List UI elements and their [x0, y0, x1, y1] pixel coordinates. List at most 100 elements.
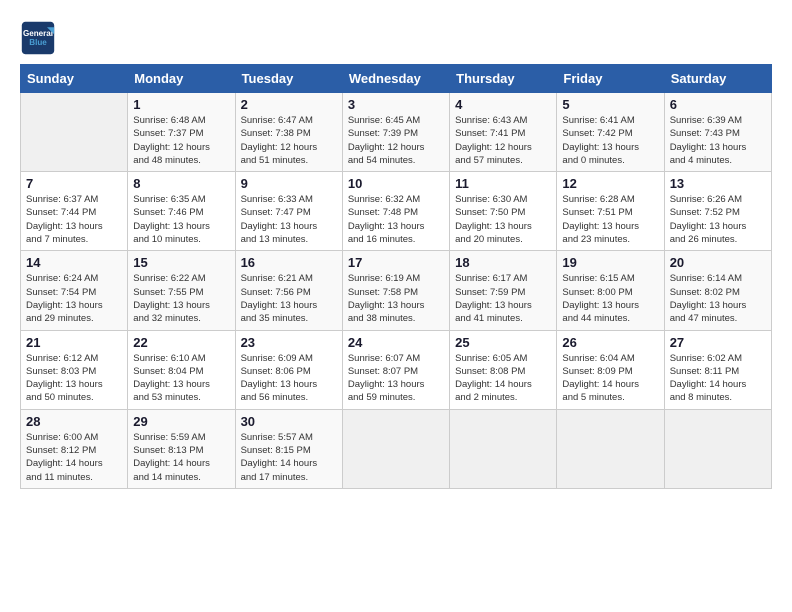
weekday-header-saturday: Saturday [664, 65, 771, 93]
weekday-header-thursday: Thursday [450, 65, 557, 93]
day-info: Sunrise: 6:48 AM Sunset: 7:37 PM Dayligh… [133, 114, 229, 167]
day-info: Sunrise: 6:10 AM Sunset: 8:04 PM Dayligh… [133, 352, 229, 405]
day-number: 4 [455, 97, 551, 112]
day-number: 13 [670, 176, 766, 191]
calendar-cell [450, 409, 557, 488]
calendar-cell: 29 Sunrise: 5:59 AM Sunset: 8:13 PM Dayli… [128, 409, 235, 488]
calendar-cell: 30Sunrise: 5:57 AM Sunset: 8:15 PM Dayli… [235, 409, 342, 488]
day-number: 5 [562, 97, 658, 112]
day-info: Sunrise: 6:47 AM Sunset: 7:38 PM Dayligh… [241, 114, 337, 167]
calendar-cell [342, 409, 449, 488]
day-info: Sunrise: 6:30 AM Sunset: 7:50 PM Dayligh… [455, 193, 551, 246]
logo-icon: General Blue [20, 20, 56, 56]
day-number: 1 [133, 97, 229, 112]
day-info: Sunrise: 6:05 AM Sunset: 8:08 PM Dayligh… [455, 352, 551, 405]
day-number: 22 [133, 335, 229, 350]
day-info: Sunrise: 6:02 AM Sunset: 8:11 PM Dayligh… [670, 352, 766, 405]
calendar-cell: 15 Sunrise: 6:22 AM Sunset: 7:55 PM Dayli… [128, 251, 235, 330]
day-number: 29 [133, 414, 229, 429]
calendar-cell: 16 Sunrise: 6:21 AM Sunset: 7:56 PM Dayli… [235, 251, 342, 330]
day-number: 28 [26, 414, 122, 429]
day-info: Sunrise: 6:00 AM Sunset: 8:12 PM Dayligh… [26, 431, 122, 484]
day-info: Sunrise: 6:26 AM Sunset: 7:52 PM Dayligh… [670, 193, 766, 246]
day-info: Sunrise: 6:32 AM Sunset: 7:48 PM Dayligh… [348, 193, 444, 246]
day-info: Sunrise: 6:15 AM Sunset: 8:00 PM Dayligh… [562, 272, 658, 325]
day-info: Sunrise: 6:17 AM Sunset: 7:59 PM Dayligh… [455, 272, 551, 325]
weekday-header-friday: Friday [557, 65, 664, 93]
svg-text:Blue: Blue [29, 38, 47, 47]
day-number: 19 [562, 255, 658, 270]
day-info: Sunrise: 6:37 AM Sunset: 7:44 PM Dayligh… [26, 193, 122, 246]
calendar-cell: 4 Sunrise: 6:43 AM Sunset: 7:41 PM Daylig… [450, 93, 557, 172]
calendar-cell: 23 Sunrise: 6:09 AM Sunset: 8:06 PM Dayli… [235, 330, 342, 409]
calendar-cell: 9 Sunrise: 6:33 AM Sunset: 7:47 PM Daylig… [235, 172, 342, 251]
day-number: 30 [241, 414, 337, 429]
weekday-header-wednesday: Wednesday [342, 65, 449, 93]
calendar-cell: 1 Sunrise: 6:48 AM Sunset: 7:37 PM Daylig… [128, 93, 235, 172]
day-info: Sunrise: 5:59 AM Sunset: 8:13 PM Dayligh… [133, 431, 229, 484]
day-number: 25 [455, 335, 551, 350]
day-info: Sunrise: 6:24 AM Sunset: 7:54 PM Dayligh… [26, 272, 122, 325]
day-number: 27 [670, 335, 766, 350]
day-info: Sunrise: 6:21 AM Sunset: 7:56 PM Dayligh… [241, 272, 337, 325]
day-info: Sunrise: 6:09 AM Sunset: 8:06 PM Dayligh… [241, 352, 337, 405]
day-info: Sunrise: 6:33 AM Sunset: 7:47 PM Dayligh… [241, 193, 337, 246]
weekday-header-tuesday: Tuesday [235, 65, 342, 93]
day-info: Sunrise: 6:39 AM Sunset: 7:43 PM Dayligh… [670, 114, 766, 167]
calendar-cell: 2 Sunrise: 6:47 AM Sunset: 7:38 PM Daylig… [235, 93, 342, 172]
day-info: Sunrise: 6:12 AM Sunset: 8:03 PM Dayligh… [26, 352, 122, 405]
calendar-cell [21, 93, 128, 172]
calendar-cell: 26 Sunrise: 6:04 AM Sunset: 8:09 PM Dayli… [557, 330, 664, 409]
calendar-cell: 5 Sunrise: 6:41 AM Sunset: 7:42 PM Daylig… [557, 93, 664, 172]
day-info: Sunrise: 6:19 AM Sunset: 7:58 PM Dayligh… [348, 272, 444, 325]
calendar-cell: 6 Sunrise: 6:39 AM Sunset: 7:43 PM Daylig… [664, 93, 771, 172]
day-number: 12 [562, 176, 658, 191]
day-number: 6 [670, 97, 766, 112]
calendar-cell [557, 409, 664, 488]
day-number: 9 [241, 176, 337, 191]
calendar-cell: 22 Sunrise: 6:10 AM Sunset: 8:04 PM Dayli… [128, 330, 235, 409]
calendar-cell: 24 Sunrise: 6:07 AM Sunset: 8:07 PM Dayli… [342, 330, 449, 409]
day-number: 7 [26, 176, 122, 191]
calendar-cell: 25 Sunrise: 6:05 AM Sunset: 8:08 PM Dayli… [450, 330, 557, 409]
day-number: 11 [455, 176, 551, 191]
day-number: 2 [241, 97, 337, 112]
day-number: 24 [348, 335, 444, 350]
calendar-cell: 12 Sunrise: 6:28 AM Sunset: 7:51 PM Dayli… [557, 172, 664, 251]
day-info: Sunrise: 6:28 AM Sunset: 7:51 PM Dayligh… [562, 193, 658, 246]
day-info: Sunrise: 6:41 AM Sunset: 7:42 PM Dayligh… [562, 114, 658, 167]
calendar-cell: 21 Sunrise: 6:12 AM Sunset: 8:03 PM Dayli… [21, 330, 128, 409]
day-info: Sunrise: 6:43 AM Sunset: 7:41 PM Dayligh… [455, 114, 551, 167]
day-info: Sunrise: 6:35 AM Sunset: 7:46 PM Dayligh… [133, 193, 229, 246]
calendar-cell: 11 Sunrise: 6:30 AM Sunset: 7:50 PM Dayli… [450, 172, 557, 251]
day-number: 15 [133, 255, 229, 270]
day-info: Sunrise: 6:14 AM Sunset: 8:02 PM Dayligh… [670, 272, 766, 325]
calendar-cell: 10 Sunrise: 6:32 AM Sunset: 7:48 PM Dayli… [342, 172, 449, 251]
calendar-cell: 3Sunrise: 6:45 AM Sunset: 7:39 PM Daylig… [342, 93, 449, 172]
day-number: 18 [455, 255, 551, 270]
calendar-cell: 7 Sunrise: 6:37 AM Sunset: 7:44 PM Daylig… [21, 172, 128, 251]
day-number: 3 [348, 97, 444, 112]
weekday-header-monday: Monday [128, 65, 235, 93]
day-info: Sunrise: 6:07 AM Sunset: 8:07 PM Dayligh… [348, 352, 444, 405]
day-number: 8 [133, 176, 229, 191]
calendar-cell: 13 Sunrise: 6:26 AM Sunset: 7:52 PM Dayli… [664, 172, 771, 251]
day-number: 14 [26, 255, 122, 270]
calendar-cell: 20Sunrise: 6:14 AM Sunset: 8:02 PM Dayli… [664, 251, 771, 330]
day-info: Sunrise: 6:22 AM Sunset: 7:55 PM Dayligh… [133, 272, 229, 325]
day-number: 23 [241, 335, 337, 350]
day-number: 21 [26, 335, 122, 350]
day-number: 26 [562, 335, 658, 350]
calendar-cell: 14 Sunrise: 6:24 AM Sunset: 7:54 PM Dayli… [21, 251, 128, 330]
day-number: 17 [348, 255, 444, 270]
calendar-cell: 27 Sunrise: 6:02 AM Sunset: 8:11 PM Dayli… [664, 330, 771, 409]
day-info: Sunrise: 6:04 AM Sunset: 8:09 PM Dayligh… [562, 352, 658, 405]
calendar-cell: 28 Sunrise: 6:00 AM Sunset: 8:12 PM Dayli… [21, 409, 128, 488]
calendar-cell: 8 Sunrise: 6:35 AM Sunset: 7:46 PM Daylig… [128, 172, 235, 251]
day-number: 10 [348, 176, 444, 191]
calendar-cell: 19 Sunrise: 6:15 AM Sunset: 8:00 PM Dayli… [557, 251, 664, 330]
calendar-cell: 17 Sunrise: 6:19 AM Sunset: 7:58 PM Dayli… [342, 251, 449, 330]
calendar-cell [664, 409, 771, 488]
logo: General Blue [20, 20, 56, 56]
day-number: 16 [241, 255, 337, 270]
